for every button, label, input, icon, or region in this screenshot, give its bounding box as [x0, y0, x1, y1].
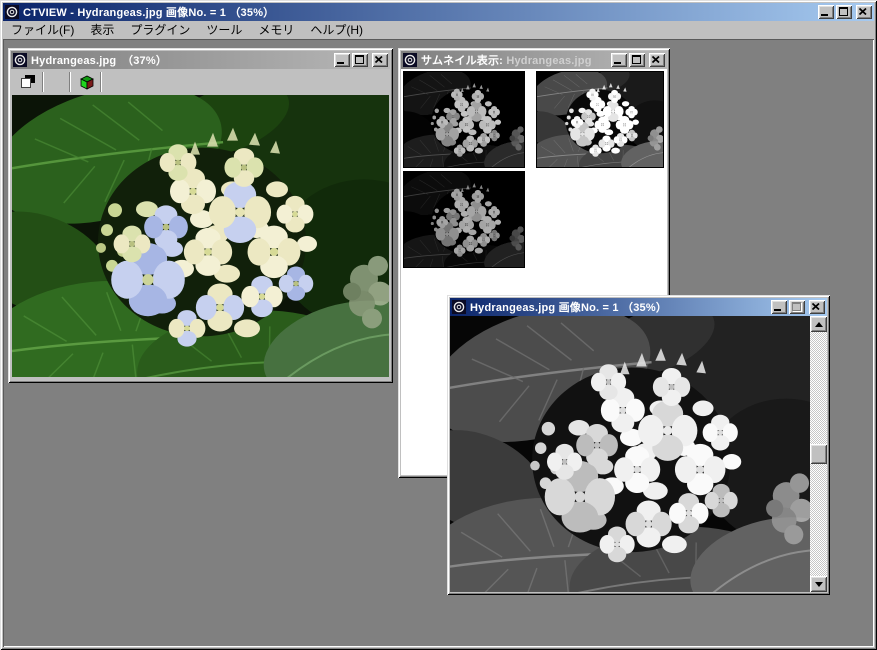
maximize-button[interactable] [352, 53, 368, 67]
close-button[interactable] [809, 300, 825, 314]
thumbnail-title-label: サムネイル表示: [421, 55, 503, 67]
maximize-icon [355, 55, 364, 64]
mdi-client-area: Hydrangeas.jpg （37%） [3, 39, 874, 647]
menu-plugin[interactable]: プラグイン [122, 20, 198, 40]
thumbnail-item-2[interactable] [536, 71, 664, 168]
scroll-up-button[interactable] [810, 316, 827, 332]
close-button[interactable] [372, 53, 388, 67]
menu-memory[interactable]: メモリ [250, 20, 302, 40]
toolbar-separator [100, 72, 102, 92]
ctview-logo-icon [403, 53, 417, 67]
gray-view-window: Hydrangeas.jpg 画像No. = 1 （35%） [447, 295, 830, 595]
vertical-scrollbar[interactable] [810, 316, 827, 592]
scroll-down-button[interactable] [810, 576, 827, 592]
ctview-main-window: CTVIEW - Hydrangeas.jpg 画像No. = 1 （35%） … [0, 0, 877, 650]
maximize-button[interactable] [836, 5, 852, 19]
color-view-title-bar[interactable]: Hydrangeas.jpg （37%） [11, 51, 390, 69]
ctview-logo-icon [5, 5, 19, 19]
gray-image-canvas [450, 316, 810, 592]
color-view-title: Hydrangeas.jpg （37%） [29, 52, 332, 68]
thumbnail-item-1[interactable] [403, 71, 525, 168]
close-icon [375, 56, 383, 63]
hydrangea-thumb-dark-1 [404, 72, 524, 167]
gray-view-title-bar[interactable]: Hydrangeas.jpg 画像No. = 1 （35%） [450, 298, 827, 316]
color-cube-button[interactable] [75, 71, 99, 93]
ctview-logo-icon [13, 53, 27, 67]
color-image-canvas [12, 95, 389, 377]
menu-file[interactable]: ファイル(F) [3, 20, 82, 40]
close-button[interactable] [856, 5, 872, 19]
minimize-button[interactable] [611, 53, 627, 67]
minimize-icon [774, 309, 781, 311]
maximize-icon [792, 302, 801, 311]
hydrangea-thumb-dark-2 [404, 172, 524, 267]
minimize-icon [614, 62, 621, 64]
maximize-icon [839, 7, 848, 16]
minimize-button[interactable] [334, 53, 350, 67]
toolbar-separator [42, 72, 44, 92]
color-cube-icon [79, 74, 95, 90]
mono-square-icon [20, 74, 36, 90]
scrollbar-thumb[interactable] [810, 444, 827, 464]
close-icon [859, 8, 867, 15]
hydrangea-thumb-bright [537, 72, 663, 167]
thumbnail-title-bar[interactable]: サムネイル表示: Hydrangeas.jpg [401, 51, 667, 69]
thumbnail-window-title: サムネイル表示: Hydrangeas.jpg [419, 52, 609, 68]
thumbnail-title-filename: Hydrangeas.jpg [506, 55, 591, 67]
color-view-window: Hydrangeas.jpg （37%） [8, 48, 393, 383]
mono-display-button[interactable] [16, 71, 40, 93]
main-title-bar[interactable]: CTVIEW - Hydrangeas.jpg 画像No. = 1 （35%） [3, 3, 874, 21]
toolbar-separator [69, 72, 71, 92]
minimize-icon [337, 62, 344, 64]
arrow-up-icon [815, 318, 823, 327]
close-icon [652, 56, 660, 63]
menu-help[interactable]: ヘルプ(H) [302, 20, 371, 40]
hydrangea-color-image [12, 95, 389, 377]
maximize-icon [632, 55, 641, 64]
thumbnail-item-3[interactable] [403, 171, 525, 268]
maximize-button-disabled [789, 300, 805, 314]
close-button[interactable] [649, 53, 665, 67]
minimize-icon [821, 14, 828, 16]
menu-bar: ファイル(F) 表示 プラグイン ツール メモリ ヘルプ(H) [3, 21, 874, 39]
main-window-title: CTVIEW - Hydrangeas.jpg 画像No. = 1 （35%） [21, 4, 816, 20]
minimize-button[interactable] [771, 300, 787, 314]
maximize-button[interactable] [629, 53, 645, 67]
close-icon [812, 303, 820, 310]
ctview-logo-icon [452, 300, 466, 314]
menu-view[interactable]: 表示 [82, 20, 122, 40]
gray-view-title: Hydrangeas.jpg 画像No. = 1 （35%） [468, 299, 769, 315]
menu-tool[interactable]: ツール [198, 20, 250, 40]
hydrangea-gray-image [450, 316, 810, 592]
color-view-toolbar [11, 69, 390, 95]
arrow-down-icon [815, 582, 823, 591]
minimize-button[interactable] [818, 5, 834, 19]
